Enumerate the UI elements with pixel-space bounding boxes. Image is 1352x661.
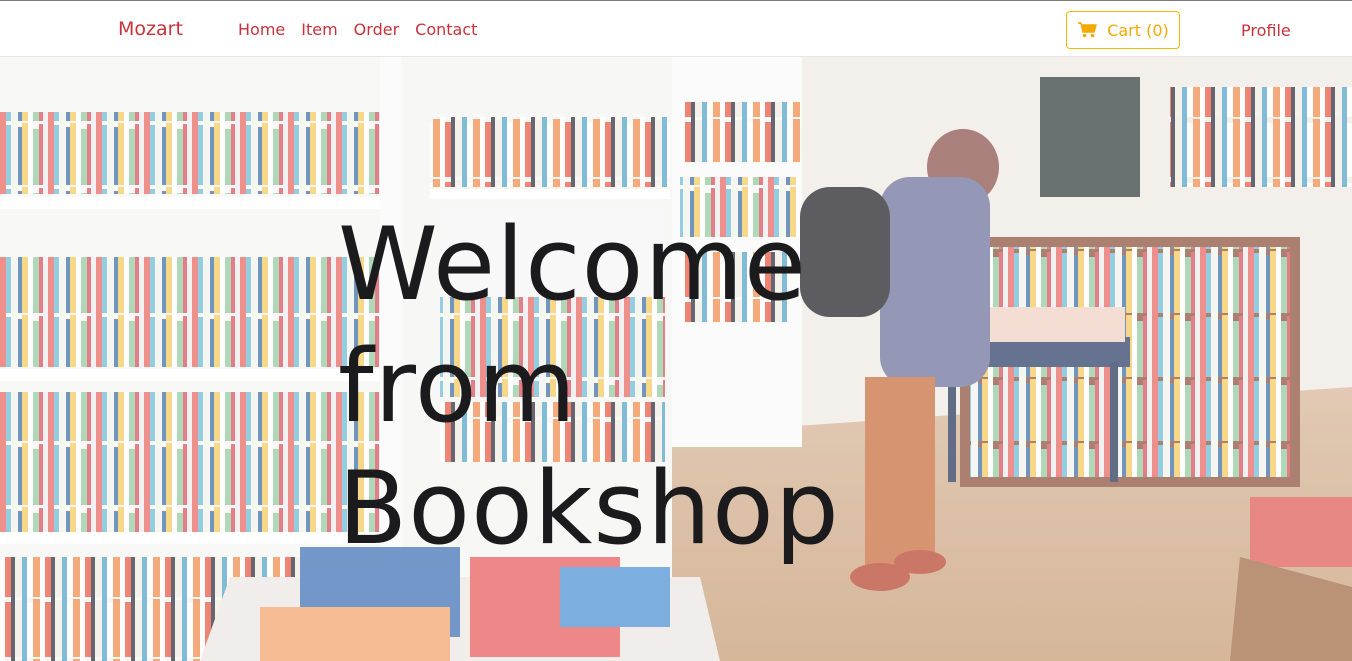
profile-link[interactable]: Profile bbox=[1241, 21, 1291, 40]
hero-title-line-1: Welcome bbox=[338, 205, 807, 323]
nav-links: Home Item Order Contact bbox=[238, 20, 477, 39]
hero-section: Welcome from Bookshop bbox=[0, 57, 1352, 661]
hero-title: Welcome from Bookshop bbox=[338, 203, 898, 569]
top-navbar: Mozart Home Item Order Contact Cart (0) … bbox=[0, 0, 1352, 57]
cart-label: Cart (0) bbox=[1107, 20, 1169, 40]
nav-link-item[interactable]: Item bbox=[301, 20, 337, 39]
nav-link-contact[interactable]: Contact bbox=[415, 20, 477, 39]
cart-button[interactable]: Cart (0) bbox=[1066, 11, 1180, 49]
nav-link-home[interactable]: Home bbox=[238, 20, 285, 39]
shopping-cart-icon bbox=[1077, 22, 1099, 38]
nav-link-order[interactable]: Order bbox=[354, 20, 399, 39]
hero-title-line-3: Bookshop bbox=[338, 449, 840, 567]
hero-title-line-2: from bbox=[338, 327, 578, 445]
brand-logo[interactable]: Mozart bbox=[118, 18, 183, 40]
